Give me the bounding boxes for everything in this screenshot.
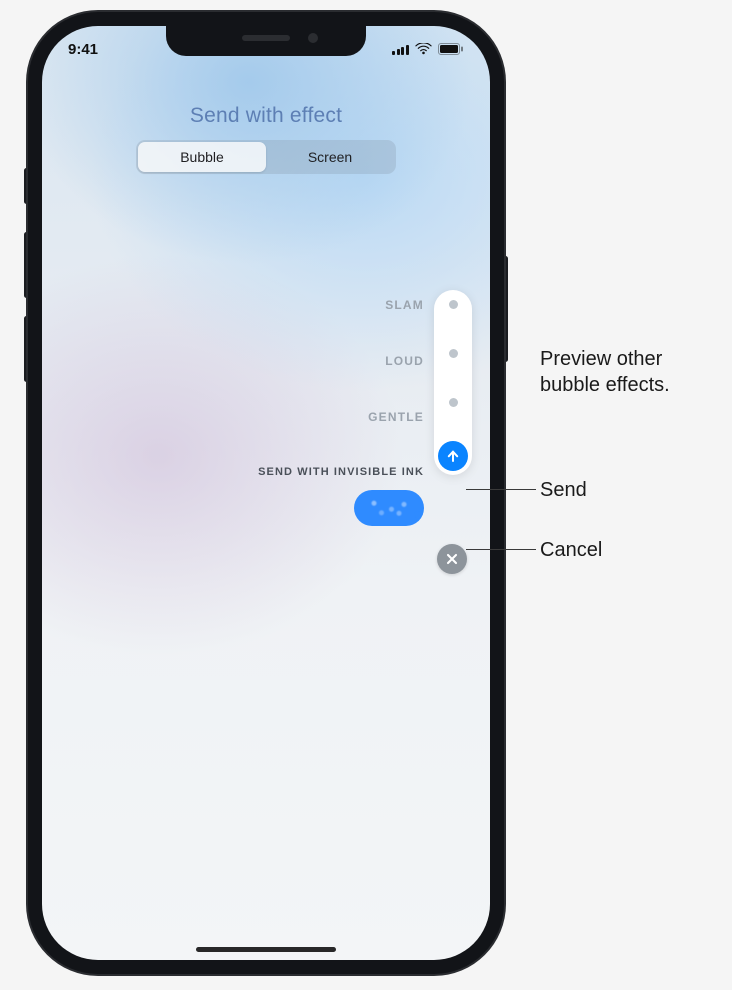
invisible-ink-icon xyxy=(364,496,414,520)
effect-header: Send with effect Bubble Screen xyxy=(42,104,490,174)
callout-line-icon xyxy=(466,549,536,550)
status-time: 9:41 xyxy=(68,41,98,58)
tab-screen[interactable]: Screen xyxy=(266,142,394,172)
message-bubble-preview xyxy=(354,490,424,526)
page-title: Send with effect xyxy=(190,104,342,128)
callout-preview: Preview other bubble effects. xyxy=(540,346,716,398)
callout-send: Send xyxy=(540,477,587,503)
callout-line-icon xyxy=(466,489,536,490)
callout-bracket-icon xyxy=(478,290,536,462)
tab-screen-label: Screen xyxy=(308,149,352,165)
iphone-screen: 9:41 Send with effect xyxy=(42,26,490,960)
wifi-icon xyxy=(415,43,432,55)
cellular-icon xyxy=(392,43,409,55)
callout-cancel: Cancel xyxy=(540,537,602,563)
notch xyxy=(166,26,366,56)
effect-dot-gentle[interactable] xyxy=(449,398,458,407)
effect-tabs: Bubble Screen xyxy=(136,140,396,174)
iphone-frame: 9:41 Send with effect xyxy=(28,12,504,974)
effect-dot-slam[interactable] xyxy=(449,300,458,309)
effect-label-loud: LOUD xyxy=(385,354,424,368)
battery-icon xyxy=(438,43,464,55)
tab-bubble-label: Bubble xyxy=(180,149,224,165)
effect-label-gentle: GENTLE xyxy=(368,410,424,424)
home-indicator xyxy=(196,947,336,952)
cancel-button[interactable] xyxy=(437,544,467,574)
bubble-effects: SLAM LOUD GENTLE SEND WITH INVISIBLE INK xyxy=(258,290,472,526)
arrow-up-icon xyxy=(445,448,461,464)
effect-label-invisible-ink: SEND WITH INVISIBLE INK xyxy=(258,466,424,478)
effect-dot-loud[interactable] xyxy=(449,349,458,358)
tab-bubble[interactable]: Bubble xyxy=(138,142,266,172)
effect-selector-pill xyxy=(434,290,472,475)
send-button[interactable] xyxy=(438,441,468,471)
close-icon xyxy=(445,552,459,566)
effect-label-slam: SLAM xyxy=(385,298,424,312)
